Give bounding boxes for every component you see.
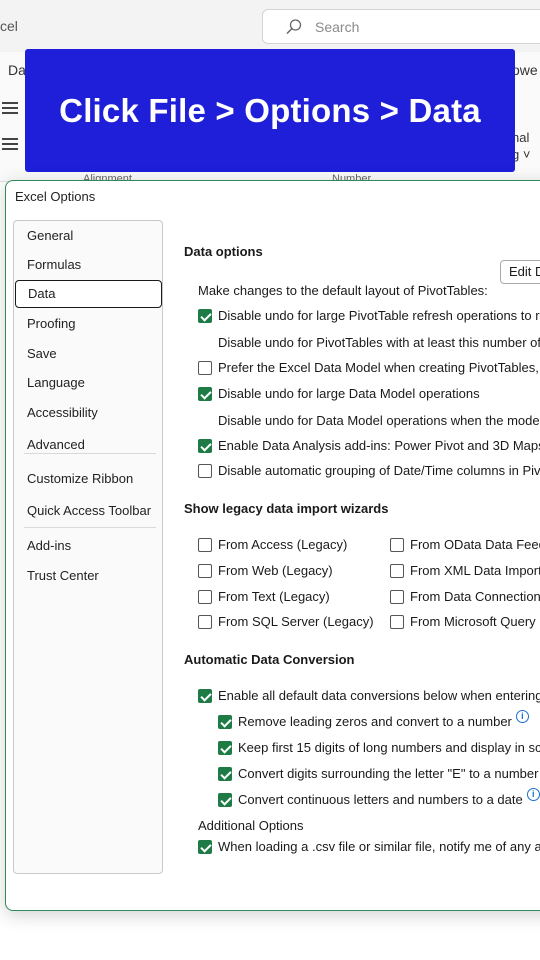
align-icon[interactable] <box>2 102 18 117</box>
legacy-web-option[interactable]: From Web (Legacy) <box>198 563 333 578</box>
ribbon-tab-power[interactable]: owe <box>512 62 538 78</box>
enable-analysis-addins-option[interactable]: Enable Data Analysis add-ins: Power Pivo… <box>198 438 540 453</box>
checkbox-unchecked[interactable] <box>390 563 404 578</box>
ribbon-tab-data[interactable]: Da <box>8 62 26 78</box>
legacy-xml-option[interactable]: From XML Data Import (Legacy) <box>390 563 540 578</box>
legacy-sql-server-option[interactable]: From SQL Server (Legacy) <box>198 614 374 629</box>
undo-data-model-option[interactable]: Disable undo for large Data Model operat… <box>198 386 480 401</box>
checkbox-unchecked[interactable] <box>198 537 212 552</box>
nav-general[interactable]: General <box>14 223 162 249</box>
nav-formulas[interactable]: Formulas <box>14 252 162 278</box>
checkbox-checked[interactable] <box>198 386 212 401</box>
checkbox-unchecked[interactable] <box>198 463 212 478</box>
nav-advanced[interactable]: Advanced <box>14 432 162 458</box>
checkbox-unchecked[interactable] <box>390 614 404 629</box>
search-icon <box>286 19 302 35</box>
nav-data[interactable]: Data <box>15 280 162 308</box>
checkbox-unchecked[interactable] <box>390 537 404 552</box>
convert-to-date-option[interactable]: Convert continuous letters and numbers t… <box>218 788 540 807</box>
disable-date-grouping-option[interactable]: Disable automatic grouping of Date/Time … <box>198 463 540 478</box>
checkbox-unchecked[interactable] <box>198 563 212 578</box>
checkbox-unchecked[interactable] <box>198 614 212 629</box>
search-box[interactable]: Search <box>262 9 540 44</box>
undo-pivot-rows-label: Disable undo for PivotTables with at lea… <box>218 335 540 350</box>
enable-all-conversions-option[interactable]: Enable all default data conversions belo… <box>198 688 540 703</box>
nav-language[interactable]: Language <box>14 370 162 396</box>
checkbox-checked[interactable] <box>198 308 212 323</box>
convert-e-notation-option[interactable]: Convert digits surrounding the letter "E… <box>218 766 540 781</box>
checkbox-unchecked[interactable] <box>390 589 404 604</box>
app-title: cel <box>0 18 18 34</box>
legacy-odata-option[interactable]: From OData Data Feed (Legacy) <box>390 537 540 552</box>
options-content: Data options Make changes to the default… <box>169 201 540 901</box>
undo-pivot-refresh-option[interactable]: Disable undo for large PivotTable refres… <box>198 308 540 323</box>
info-icon[interactable]: i <box>515 710 529 723</box>
align-center-icon[interactable] <box>2 138 18 153</box>
checkbox-checked[interactable] <box>218 740 232 755</box>
legacy-data-connection-option[interactable]: From Data Connection Wizard (Legacy) <box>390 589 540 604</box>
nav-divider <box>24 453 156 454</box>
legacy-wizards-heading: Show legacy data import wizards <box>184 501 389 516</box>
legacy-microsoft-query-option[interactable]: From Microsoft Query (Legacy) <box>390 614 540 629</box>
legacy-text-option[interactable]: From Text (Legacy) <box>198 589 330 604</box>
nav-add-ins[interactable]: Add-ins <box>14 533 162 559</box>
pivot-layout-label: Make changes to the default layout of Pi… <box>198 283 488 298</box>
nav-customize-ribbon[interactable]: Customize Ribbon <box>14 466 162 492</box>
excel-title-bar: cel Search <box>0 0 540 52</box>
legacy-access-option[interactable]: From Access (Legacy) <box>198 537 347 552</box>
remove-leading-zeros-option[interactable]: Remove leading zeros and convert to a nu… <box>218 710 529 729</box>
nav-trust-center[interactable]: Trust Center <box>14 563 162 589</box>
keep-15-digits-option[interactable]: Keep first 15 digits of long numbers and… <box>218 740 540 755</box>
checkbox-checked[interactable] <box>198 438 212 453</box>
excel-options-dialog: Excel Options General Formulas Data Proo… <box>5 180 540 911</box>
checkbox-unchecked[interactable] <box>198 360 212 375</box>
checkbox-checked[interactable] <box>198 688 212 703</box>
edit-default-layout-button[interactable]: Edit Default Layout... <box>500 260 540 284</box>
banner-text: Click File > Options > Data <box>59 91 481 129</box>
nav-divider <box>24 527 156 528</box>
dialog-title: Excel Options <box>15 189 96 204</box>
data-options-heading: Data options <box>184 244 263 259</box>
instruction-banner: Click File > Options > Data <box>25 49 515 172</box>
checkbox-checked[interactable] <box>218 766 232 781</box>
nav-quick-access-toolbar[interactable]: Quick Access Toolbar <box>14 498 162 524</box>
checkbox-checked[interactable] <box>218 714 232 729</box>
prefer-data-model-option[interactable]: Prefer the Excel Data Model when creatin… <box>198 360 540 375</box>
undo-data-model-size-label: Disable undo for Data Model operations w… <box>218 413 540 428</box>
csv-notify-option[interactable]: When loading a .csv file or similar file… <box>198 839 540 854</box>
options-nav: General Formulas Data Proofing Save Lang… <box>13 220 163 874</box>
checkbox-checked[interactable] <box>218 792 232 807</box>
nav-save[interactable]: Save <box>14 341 162 367</box>
search-placeholder: Search <box>315 19 360 35</box>
checkbox-checked[interactable] <box>198 839 212 854</box>
checkbox-unchecked[interactable] <box>198 589 212 604</box>
info-icon[interactable]: i <box>526 788 540 801</box>
data-conversion-heading: Automatic Data Conversion <box>184 652 355 667</box>
nav-accessibility[interactable]: Accessibility <box>14 400 162 426</box>
nav-proofing[interactable]: Proofing <box>14 311 162 337</box>
additional-options-label: Additional Options <box>198 818 304 833</box>
